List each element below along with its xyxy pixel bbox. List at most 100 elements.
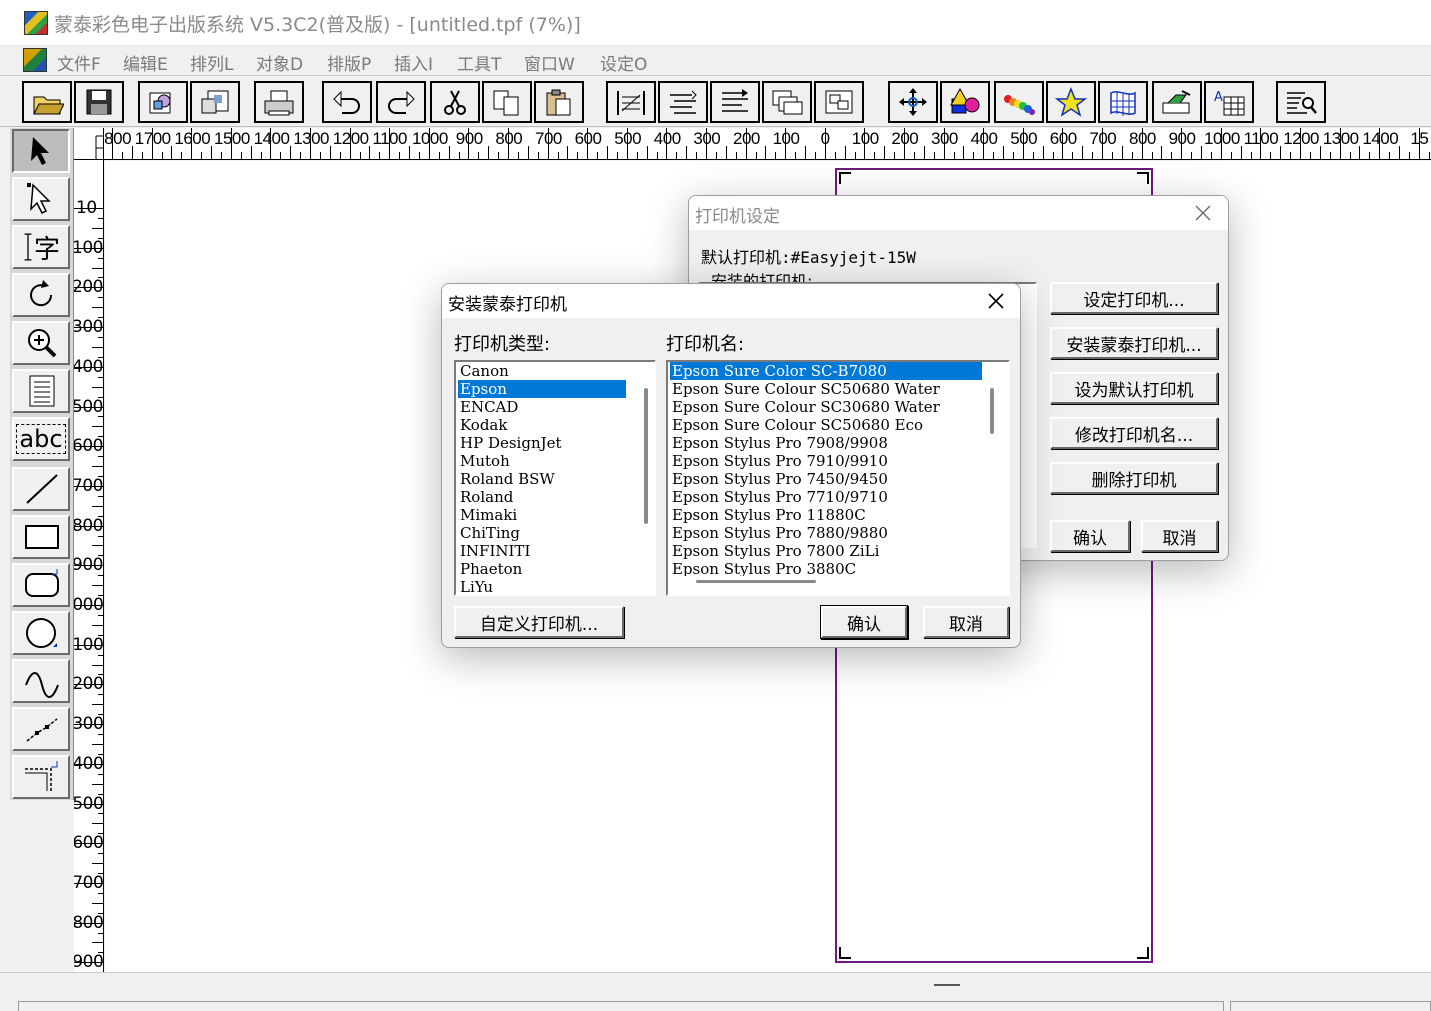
- cancel-button[interactable]: 取消: [923, 606, 1009, 638]
- redo-button[interactable]: [376, 81, 426, 123]
- printer-type-item[interactable]: Kodak: [458, 416, 626, 434]
- printer-name-list[interactable]: Epson Stylus Pro 3880C Epson Stylus Pro 7…: [666, 360, 1010, 596]
- cut-button[interactable]: [430, 81, 480, 123]
- tool-curve[interactable]: [12, 659, 70, 703]
- printer-type-item[interactable]: ChiTing: [458, 524, 626, 542]
- menu-item-1[interactable]: 文件F: [57, 50, 101, 75]
- tool-node-select[interactable]: [12, 177, 70, 221]
- menu-item-5[interactable]: 排版P: [327, 50, 371, 75]
- printer-name-item[interactable]: Epson Stylus Pro 7910/9910: [670, 452, 982, 470]
- tool-rotate[interactable]: [12, 273, 70, 317]
- tool-rectangle[interactable]: [12, 515, 70, 559]
- printer-type-list[interactable]: LiYu Phaeton INFINITI ChiTing Mimaki Roland Ro…: [454, 360, 656, 596]
- printer-type-item[interactable]: Roland: [458, 488, 626, 506]
- ruler-tick: [1201, 146, 1202, 159]
- splitter-grip[interactable]: [934, 984, 960, 986]
- printer-name-item[interactable]: Epson Sure Colour SC50680 Eco: [670, 416, 982, 434]
- printer-type-item[interactable]: Mimaki: [458, 506, 626, 524]
- vertical-scrollbar[interactable]: [638, 362, 654, 594]
- vertical-ruler[interactable]: 1010020030040050060070080090010001100120…: [74, 160, 104, 972]
- set-printer-button[interactable]: 设定打印机...: [1050, 282, 1218, 314]
- printer-name-item[interactable]: Epson Stylus Pro 11880C: [670, 506, 982, 524]
- tool-dimension[interactable]: [12, 755, 70, 799]
- vertical-scrollbar[interactable]: [984, 362, 1000, 576]
- printer-type-item[interactable]: Phaeton: [458, 560, 626, 578]
- tool-polyline[interactable]: [12, 707, 70, 751]
- open-button[interactable]: [22, 81, 72, 123]
- tool-text-tool[interactable]: 字: [12, 225, 70, 269]
- paste-button[interactable]: [534, 81, 584, 123]
- tool-text-block[interactable]: [12, 369, 70, 413]
- horizontal-scroll-thumb[interactable]: [696, 580, 816, 583]
- ok-button[interactable]: 确认: [821, 606, 907, 638]
- save-button[interactable]: [74, 81, 124, 123]
- ruler-tick: [92, 466, 103, 468]
- menu-item-7[interactable]: 工具T: [457, 50, 501, 75]
- move-button[interactable]: [888, 81, 938, 123]
- printer-name-item[interactable]: Epson Sure Colour SC30680 Water: [670, 398, 982, 416]
- layers-button[interactable]: [762, 81, 812, 123]
- printer-type-item[interactable]: INFINITI: [458, 542, 626, 560]
- shapes-color-button[interactable]: [940, 81, 990, 123]
- tool-rounded-rect[interactable]: [12, 563, 70, 607]
- tool-select-arrow[interactable]: [12, 129, 70, 173]
- star-button[interactable]: [1046, 81, 1096, 123]
- search-text-button[interactable]: [1276, 81, 1326, 123]
- text-format-button[interactable]: [658, 81, 708, 123]
- menu-item-2[interactable]: 编辑E: [123, 50, 168, 75]
- scroll-thumb[interactable]: [644, 388, 648, 524]
- export-image-button[interactable]: [190, 81, 240, 123]
- ruler-tick: [923, 146, 925, 159]
- group-button[interactable]: [814, 81, 864, 123]
- menu-item-4[interactable]: 对象D: [256, 50, 303, 75]
- printer-type-item[interactable]: Roland BSW: [458, 470, 626, 488]
- menu-item-3[interactable]: 排列L: [190, 50, 233, 75]
- tool-line[interactable]: [12, 467, 70, 511]
- rainbow-button[interactable]: [994, 81, 1044, 123]
- printer-name-item[interactable]: Epson Sure Color SC-B7080: [670, 362, 982, 380]
- horizontal-scrollbar[interactable]: [668, 576, 1008, 594]
- close-button[interactable]: [1181, 198, 1225, 228]
- print-button[interactable]: [254, 81, 304, 123]
- menu-item-6[interactable]: 插入I: [394, 50, 433, 75]
- printer-name-item[interactable]: Epson Sure Colour SC50680 Water: [670, 380, 982, 398]
- save-icon: [86, 89, 112, 115]
- printer-name-item[interactable]: Epson Stylus Pro 7908/9908: [670, 434, 982, 452]
- printer-type-item[interactable]: LiYu: [458, 578, 626, 594]
- tool-text-frame[interactable]: abc: [12, 417, 70, 461]
- close-button[interactable]: [974, 286, 1018, 316]
- rename-printer-button[interactable]: 修改打印机名...: [1050, 417, 1218, 449]
- cancel-button[interactable]: 取消: [1141, 520, 1218, 552]
- printer-name-item[interactable]: Epson Stylus Pro 7450/9450: [670, 470, 982, 488]
- tool-ellipse[interactable]: [12, 611, 70, 655]
- ruler-tick: [1418, 128, 1420, 159]
- tool-zoom[interactable]: [12, 321, 70, 365]
- import-image-button[interactable]: [138, 81, 188, 123]
- ok-button[interactable]: 确认: [1050, 520, 1130, 552]
- table-button[interactable]: [1098, 81, 1148, 123]
- install-mengtai-printer-button[interactable]: 安装蒙泰打印机...: [1050, 327, 1218, 359]
- set-default-printer-button[interactable]: 设为默认打印机: [1050, 372, 1218, 404]
- printer-type-item[interactable]: Mutoh: [458, 452, 626, 470]
- arrange-button[interactable]: [710, 81, 760, 123]
- delete-printer-button[interactable]: 删除打印机: [1050, 462, 1218, 494]
- horizontal-ruler[interactable]: 1800170016001500140013001200110010009008…: [104, 128, 1431, 160]
- printer-name-item[interactable]: Epson Stylus Pro 7880/9880: [670, 524, 982, 542]
- menu-item-9[interactable]: 设定O: [600, 50, 647, 75]
- printer-type-item[interactable]: Canon: [458, 362, 626, 380]
- copy-button[interactable]: [482, 81, 532, 123]
- menu-item-8[interactable]: 窗口W: [524, 50, 575, 75]
- scroll-thumb[interactable]: [990, 388, 994, 434]
- document-icon[interactable]: [23, 48, 47, 72]
- ruler-tick: [636, 152, 638, 159]
- printer-type-item[interactable]: ENCAD: [458, 398, 626, 416]
- printer-type-item[interactable]: HP DesignJet: [458, 434, 626, 452]
- printer-name-item[interactable]: Epson Stylus Pro 7800 ZiLi: [670, 542, 982, 560]
- printer-name-item[interactable]: Epson Stylus Pro 7710/9710: [670, 488, 982, 506]
- undo-button[interactable]: [322, 81, 372, 123]
- custom-printer-button[interactable]: 自定义打印机...: [454, 606, 624, 638]
- text-grid-button[interactable]: A: [1204, 81, 1254, 123]
- printer-type-item[interactable]: Epson: [458, 380, 626, 398]
- text-flow-button[interactable]: [606, 81, 656, 123]
- image-edit-button[interactable]: [1152, 81, 1202, 123]
